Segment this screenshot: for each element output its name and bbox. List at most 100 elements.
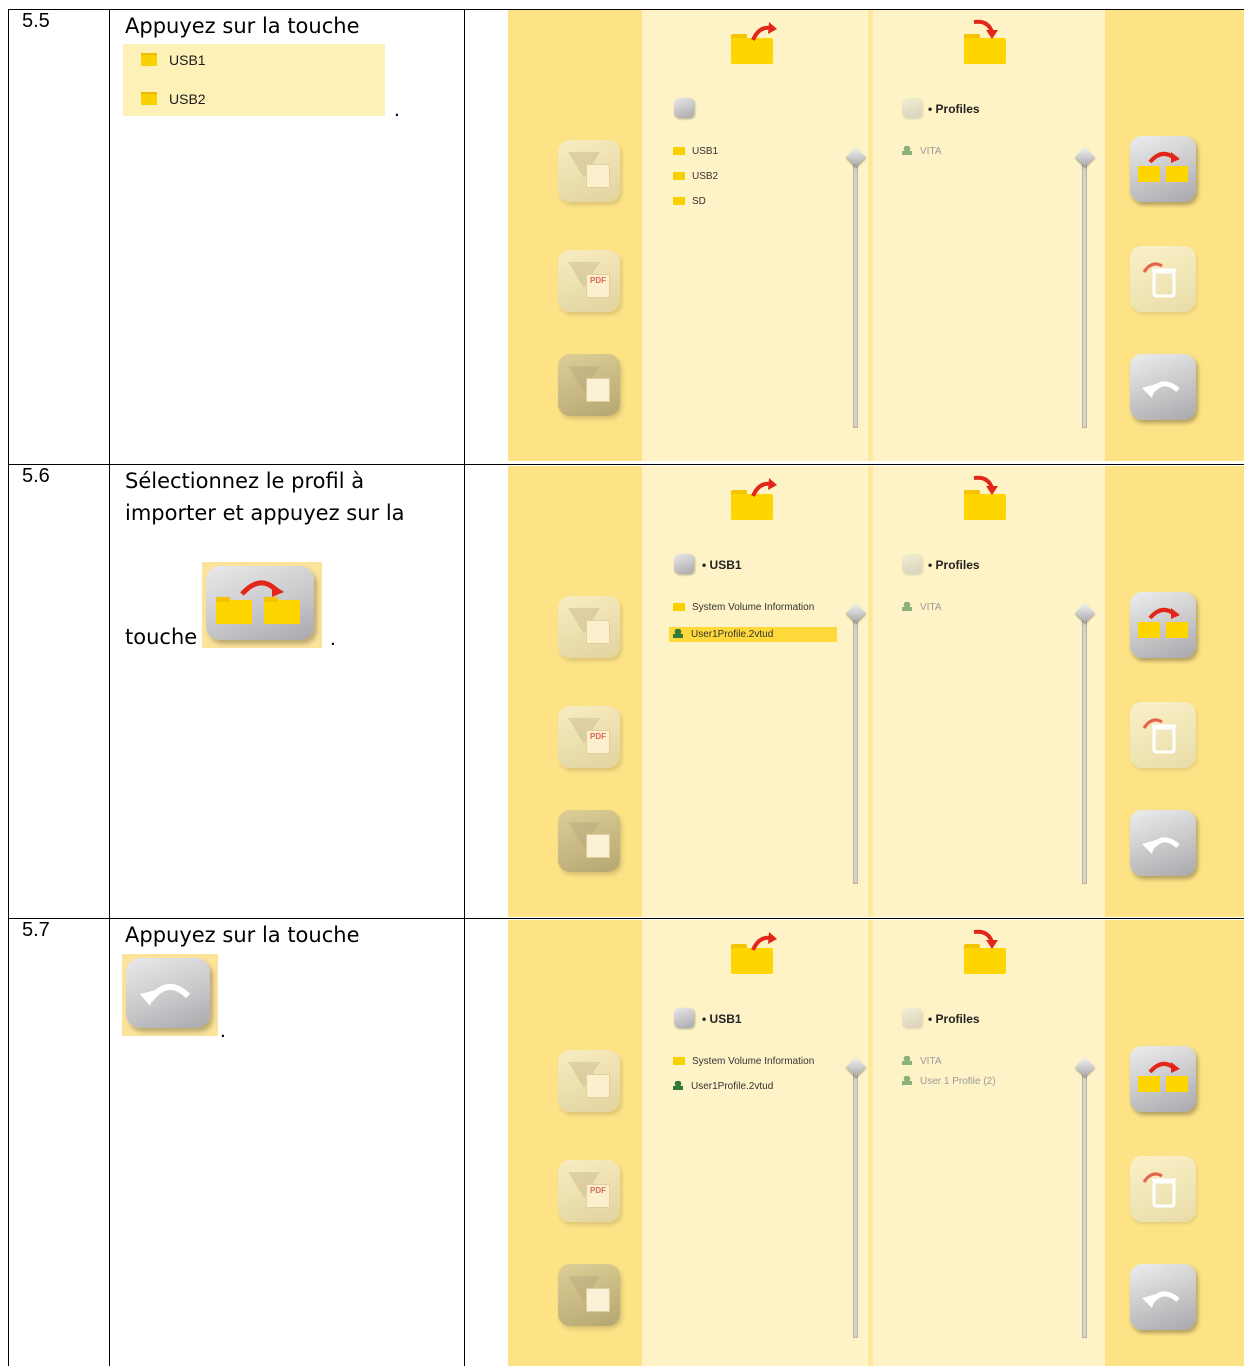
step-instruction: Appuyez sur la touche xyxy=(125,923,360,947)
step-number: 5.5 xyxy=(22,10,50,32)
step-number: 5.6 xyxy=(22,465,50,487)
target-parent-button[interactable] xyxy=(902,98,922,118)
trash-icon xyxy=(1142,262,1176,298)
list-item-label: User 1 Profile (2) xyxy=(920,1076,996,1087)
target-list-panel xyxy=(873,466,1105,917)
target-path-label: • Profiles xyxy=(928,1012,980,1026)
list-item: USB2 xyxy=(141,91,206,107)
filter-firing-button[interactable] xyxy=(558,354,620,416)
delete-button[interactable] xyxy=(1130,246,1196,312)
list-item-label: USB1 xyxy=(169,52,206,68)
folder-import-icon xyxy=(964,929,1006,974)
back-button[interactable] xyxy=(1130,354,1196,420)
target-parent-button[interactable] xyxy=(902,554,922,574)
list-item-label: USB1 xyxy=(692,146,719,157)
inline-storage-list: USB1 USB2 xyxy=(123,44,385,116)
filter-photo-button[interactable] xyxy=(558,140,620,202)
inline-import-button xyxy=(202,562,322,648)
device-screen: • USB1 • Profiles PDF System Volume Info… xyxy=(508,920,1244,1366)
parent-folder-button[interactable] xyxy=(674,554,694,574)
parent-folder-button[interactable] xyxy=(674,1008,694,1028)
list-item-label: System Volume Information xyxy=(692,602,815,613)
source-scrollbar[interactable] xyxy=(853,1066,858,1338)
folder-icon xyxy=(673,147,685,155)
folder-export-icon xyxy=(731,932,777,974)
list-item-label: User1Profile.2vtud xyxy=(691,629,774,640)
target-scrollbar[interactable] xyxy=(1082,156,1087,428)
list-item-label: SD xyxy=(692,196,706,207)
back-arrow-icon xyxy=(140,984,191,1006)
import-button[interactable] xyxy=(1130,136,1196,202)
target-list-item[interactable]: User 1 Profile (2) xyxy=(902,1076,996,1087)
inline-back-button xyxy=(122,954,218,1036)
folder-icon xyxy=(673,197,685,205)
folder-icon xyxy=(141,53,157,66)
source-list-panel xyxy=(642,466,868,917)
profile-icon xyxy=(902,602,912,611)
sentence-period: . xyxy=(220,1019,226,1042)
source-list-panel xyxy=(642,10,868,461)
import-folders-icon xyxy=(1138,151,1188,182)
source-list-item[interactable]: SD xyxy=(673,196,706,207)
folder-import-icon xyxy=(964,19,1006,64)
delete-button[interactable] xyxy=(1130,1156,1196,1222)
filter-photo-button[interactable] xyxy=(558,596,620,658)
source-list-item[interactable]: System Volume Information xyxy=(673,602,814,613)
folder-icon xyxy=(141,92,157,105)
target-list-item[interactable]: VITA xyxy=(902,1056,941,1067)
back-arrow-icon xyxy=(1142,837,1180,854)
list-item-label: System Volume Information xyxy=(692,1056,815,1067)
source-path-label: • USB1 xyxy=(702,558,742,572)
import-folders-icon xyxy=(216,580,300,624)
pdf-icon: PDF xyxy=(586,274,610,298)
device-screen: • USB1 • Profiles PDF System Volume Info… xyxy=(508,466,1244,917)
list-item-label: VITA xyxy=(920,602,942,613)
source-path-label: • USB1 xyxy=(702,1012,742,1026)
source-list-item[interactable]: User1Profile.2vtud xyxy=(669,627,837,642)
filter-pdf-button[interactable]: PDF xyxy=(558,1160,620,1222)
target-list-item[interactable]: VITA xyxy=(902,146,941,157)
profile-icon xyxy=(902,146,912,155)
filter-pdf-button[interactable]: PDF xyxy=(558,706,620,768)
trash-icon xyxy=(1142,1172,1176,1208)
target-scrollbar[interactable] xyxy=(1082,1066,1087,1338)
step-instruction: Sélectionnez le profil à importer et app… xyxy=(125,469,405,525)
back-button[interactable] xyxy=(1130,810,1196,876)
photo-icon xyxy=(586,620,610,644)
step-instruction: Appuyez sur la touche xyxy=(125,10,455,42)
parent-folder-button[interactable] xyxy=(674,98,694,118)
import-folders-icon xyxy=(1138,1061,1188,1092)
source-scrollbar[interactable] xyxy=(853,156,858,428)
list-item-label: USB2 xyxy=(169,91,206,107)
pdf-icon: PDF xyxy=(586,730,610,754)
list-item: USB1 xyxy=(141,52,206,68)
source-scrollbar[interactable] xyxy=(853,612,858,884)
list-item-label: USB2 xyxy=(692,171,719,182)
delete-button[interactable] xyxy=(1130,702,1196,768)
folder-icon xyxy=(673,603,685,611)
target-path-label: • Profiles xyxy=(928,102,980,116)
back-arrow-icon xyxy=(1142,1291,1180,1308)
target-path-label: • Profiles xyxy=(928,558,980,572)
flame-icon xyxy=(586,834,610,858)
import-button[interactable] xyxy=(1130,592,1196,658)
target-list-item[interactable]: VITA xyxy=(902,602,941,613)
filter-photo-button[interactable] xyxy=(558,1050,620,1112)
back-button[interactable] xyxy=(1130,1264,1196,1330)
import-button[interactable] xyxy=(1130,1046,1196,1112)
filter-firing-button[interactable] xyxy=(558,810,620,872)
flame-icon xyxy=(586,378,610,402)
source-list-item[interactable]: USB1 xyxy=(673,146,718,157)
list-item-label: User1Profile.2vtud xyxy=(691,1081,774,1092)
step-number: 5.7 xyxy=(22,919,50,941)
flame-icon xyxy=(586,1288,610,1312)
filter-firing-button[interactable] xyxy=(558,1264,620,1326)
source-list-item[interactable]: USB2 xyxy=(673,171,718,182)
target-parent-button[interactable] xyxy=(902,1008,922,1028)
source-list-item[interactable]: User1Profile.2vtud xyxy=(673,1081,773,1092)
filter-pdf-button[interactable]: PDF xyxy=(558,250,620,312)
target-scrollbar[interactable] xyxy=(1082,612,1087,884)
source-list-item[interactable]: System Volume Information xyxy=(673,1056,814,1067)
folder-icon xyxy=(673,1057,685,1065)
list-item-label: VITA xyxy=(920,146,942,157)
